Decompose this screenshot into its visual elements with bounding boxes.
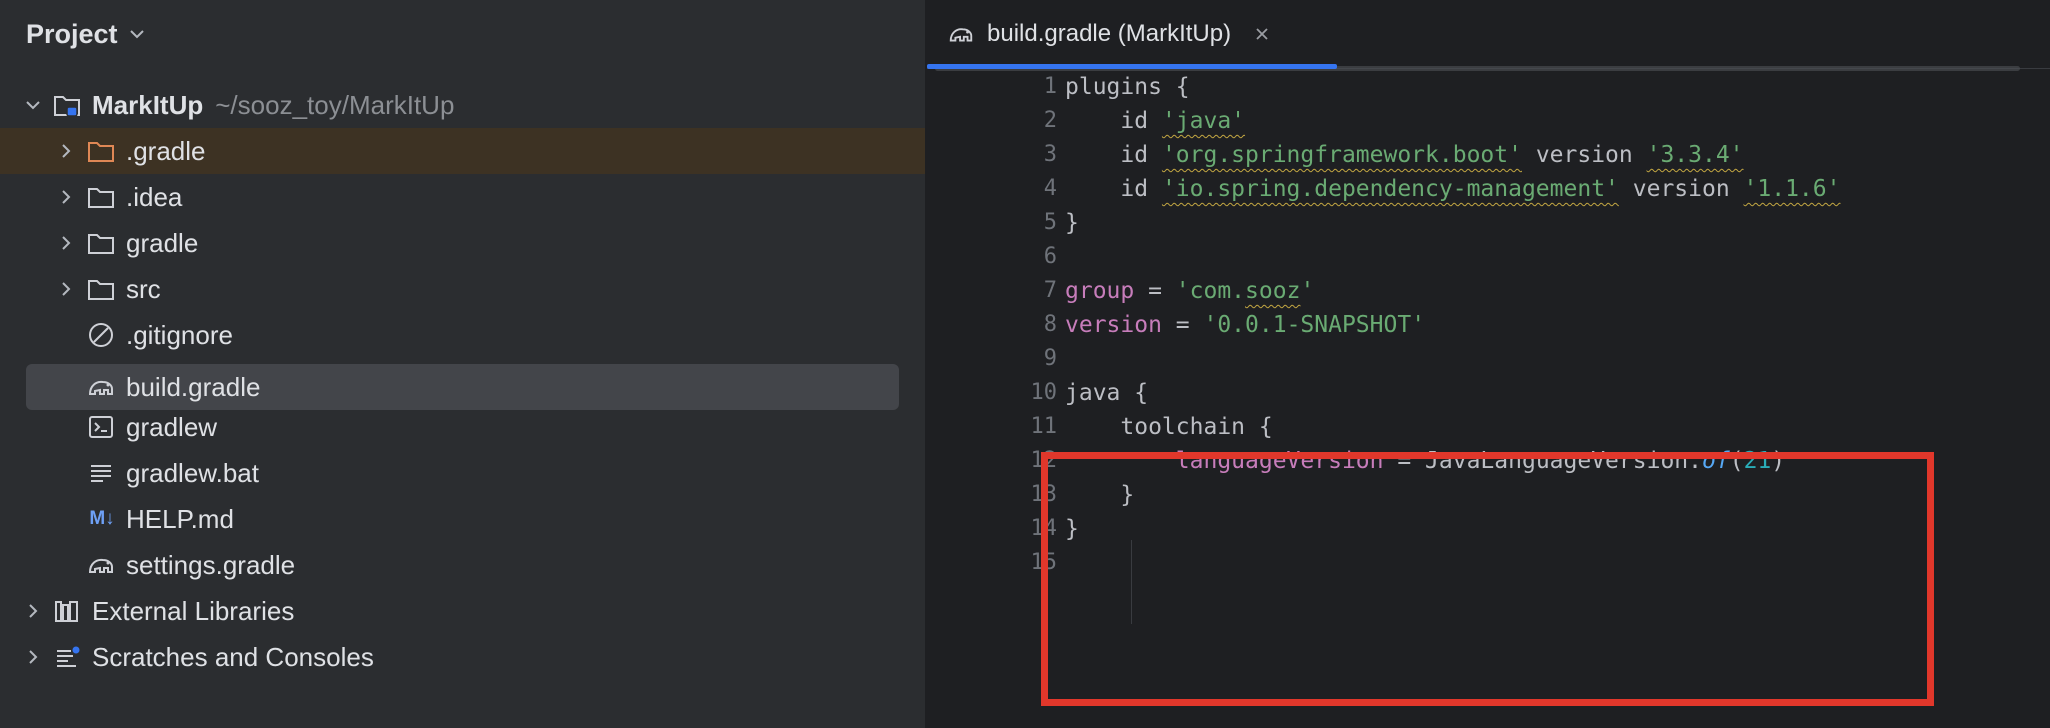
tree-item-scratches[interactable]: Scratches and Consoles: [0, 634, 925, 680]
tree-item-gradle[interactable]: gradle: [0, 220, 925, 266]
tree-item-markitup[interactable]: MarkItUp ~/sooz_toy/MarkItUp: [0, 82, 925, 128]
code-line-8: version = '0.0.1-SNAPSHOT': [1065, 312, 1426, 338]
line-number: 5: [1043, 210, 1057, 235]
gradle-elephant-icon: [949, 28, 973, 42]
line-number: 2: [1043, 108, 1057, 133]
tree-item-label: MarkItUp: [92, 89, 204, 120]
tree-item-label: settings.gradle: [126, 549, 296, 580]
tree-item-label: .gitignore: [126, 319, 233, 350]
tree-item-external-libraries[interactable]: External Libraries: [0, 588, 925, 634]
gradle-elephant-icon: [86, 550, 116, 580]
tree-item-label: build.gradle: [126, 371, 261, 402]
chevron-right-icon[interactable]: [55, 186, 77, 208]
tree-item-label: Scratches and Consoles: [92, 641, 374, 672]
chevron-down-icon[interactable]: [22, 94, 44, 116]
line-number: 1: [1043, 74, 1057, 99]
tree-item-dot-idea[interactable]: .idea: [0, 174, 925, 220]
tree-item-gitignore[interactable]: .gitignore: [0, 312, 925, 358]
code-line-4: id 'io.spring.dependency-management' ver…: [1065, 176, 1841, 202]
chevron-down-icon: [129, 30, 144, 39]
tab-label: build.gradle (MarkItUp): [987, 20, 1232, 47]
line-number: 8: [1043, 312, 1057, 337]
folder-icon: [86, 182, 116, 212]
tree-item-gradlew-bat[interactable]: gradlew.bat: [0, 450, 925, 496]
line-number: 10: [1030, 380, 1058, 405]
folder-icon: [86, 274, 116, 304]
library-icon: [52, 596, 82, 626]
tree-item-label: .gradle: [126, 135, 206, 166]
terminal-script-icon: [86, 412, 116, 442]
code-line-5: }: [1065, 210, 1079, 236]
tree-item-label: HELP.md: [126, 503, 234, 534]
project-tool-window: Project MarkItUp ~/sooz_toy/MarkItUp .gr…: [0, 0, 925, 728]
tree-item-help-md[interactable]: M↓ HELP.md: [0, 496, 925, 542]
markdown-icon: M↓: [89, 508, 115, 529]
tree-item-label: gradlew.bat: [126, 457, 259, 488]
tab-build-gradle[interactable]: build.gradle (MarkItUp): [947, 0, 1271, 68]
project-view-selector[interactable]: Project: [26, 14, 146, 54]
project-title: Project: [26, 18, 118, 49]
line-number: 6: [1043, 244, 1057, 269]
tree-item-src[interactable]: src: [0, 266, 925, 312]
tree-item-dot-gradle[interactable]: .gradle: [0, 128, 925, 174]
chevron-right-icon[interactable]: [55, 140, 77, 162]
tree-item-label: src: [126, 273, 161, 304]
module-folder-icon: [52, 90, 82, 120]
editor-tab-bar: build.gradle (MarkItUp): [927, 0, 2050, 71]
tree-item-label: External Libraries: [92, 595, 295, 626]
tree-item-label: gradle: [126, 227, 199, 258]
chevron-right-icon[interactable]: [22, 600, 44, 622]
annotation-highlight-box: [1041, 452, 1934, 706]
line-number: 11: [1030, 414, 1058, 439]
project-path: ~/sooz_toy/MarkItUp: [215, 89, 455, 120]
close-icon[interactable]: [1253, 25, 1271, 43]
tree-item-settings-gradle[interactable]: settings.gradle: [0, 542, 925, 588]
folder-icon: [86, 136, 116, 166]
text-file-icon: [86, 458, 116, 488]
ignored-file-icon: [86, 320, 116, 350]
chevron-right-icon[interactable]: [55, 232, 77, 254]
line-number: 3: [1043, 142, 1057, 167]
tree-item-label: gradlew: [126, 411, 218, 442]
gradle-elephant-icon: [86, 372, 116, 402]
line-number: 9: [1043, 346, 1057, 371]
line-number: 4: [1043, 176, 1057, 201]
tree-item-gradlew[interactable]: gradlew: [0, 404, 925, 450]
folder-icon: [86, 228, 116, 258]
chevron-right-icon[interactable]: [22, 646, 44, 668]
line-number: 7: [1043, 278, 1057, 303]
chevron-right-icon[interactable]: [55, 278, 77, 300]
scratches-icon: [52, 642, 82, 672]
tree-item-label: .idea: [126, 181, 183, 212]
